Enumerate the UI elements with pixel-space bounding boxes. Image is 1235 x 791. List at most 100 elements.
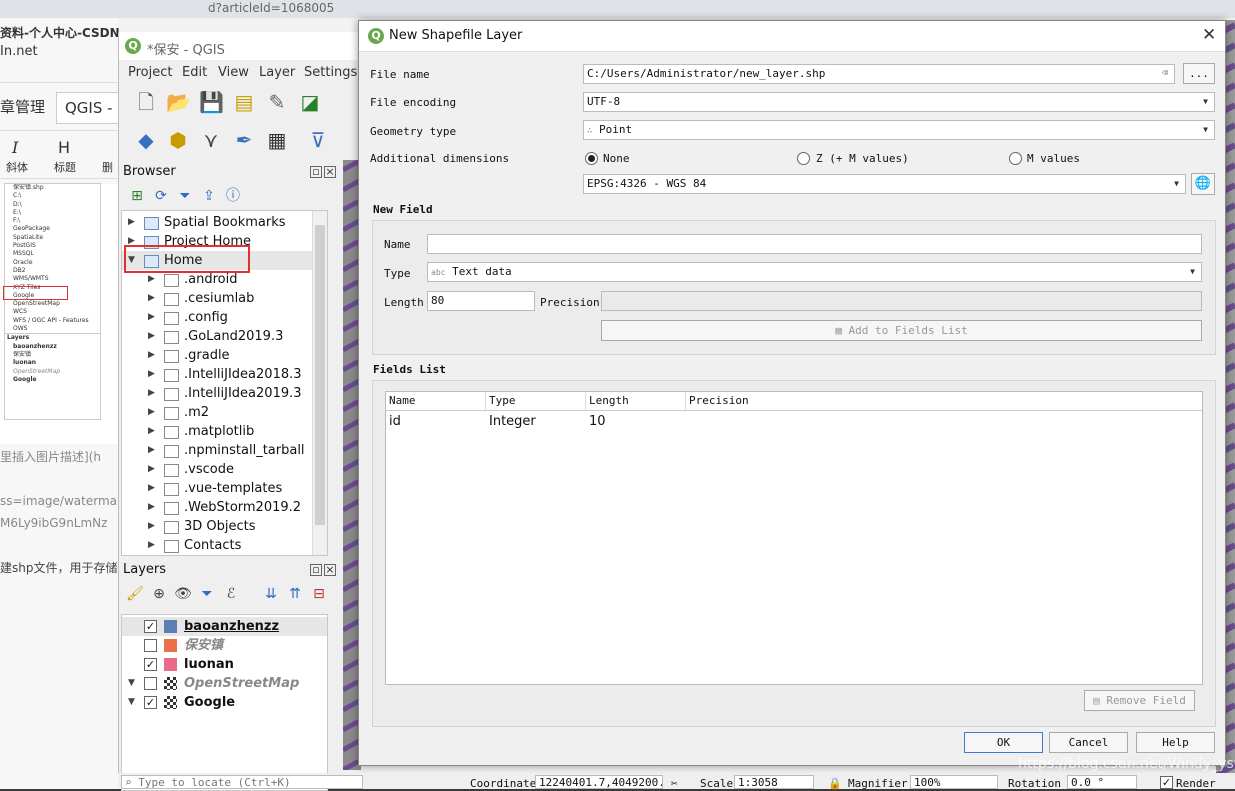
chevron-down-icon[interactable]: ▼ <box>128 693 135 712</box>
layer-filter-icon[interactable]: ⏷ <box>195 582 219 606</box>
browser-scrollbar[interactable] <box>312 211 327 555</box>
virtual-layer-icon[interactable]: ⊽ <box>306 128 330 152</box>
field-type-select[interactable]: abc Text data ▼ <box>427 262 1202 282</box>
col-length-header[interactable]: Length <box>586 392 686 410</box>
browser-tree-item[interactable]: ▶ .cesiumlab <box>122 289 312 308</box>
layer-visibility-checkbox[interactable] <box>144 639 157 652</box>
chevron-right-icon[interactable]: ▶ <box>148 441 155 460</box>
menu-edit[interactable]: Edit <box>182 65 207 80</box>
filter-icon[interactable]: ⏷ <box>173 184 197 208</box>
chevron-right-icon[interactable]: ▶ <box>148 346 155 365</box>
new-geopackage-icon[interactable]: ⬢ <box>166 128 190 152</box>
data-source-manager-icon[interactable]: ◆ <box>134 128 158 152</box>
extents-icon[interactable]: ✂ <box>671 777 678 790</box>
geometry-type-select[interactable]: ∴ Point ▼ <box>583 120 1215 140</box>
italic-icon[interactable]: I <box>12 138 18 157</box>
scrollbar-thumb[interactable] <box>315 225 325 525</box>
fields-table[interactable]: Name Type Length Precision id Integer 10 <box>385 391 1203 685</box>
layer-item[interactable]: 保安镇 <box>122 636 327 655</box>
add-selected-layers-icon[interactable]: ⊞ <box>125 184 149 208</box>
menu-view[interactable]: View <box>218 65 249 80</box>
crs-select[interactable]: EPSG:4326 - WGS 84 ▼ <box>583 174 1186 194</box>
chevron-right-icon[interactable]: ▶ <box>148 460 155 479</box>
chevron-right-icon[interactable]: ▶ <box>148 479 155 498</box>
chevron-right-icon[interactable]: ▶ <box>128 213 135 232</box>
menu-layer[interactable]: Layer <box>259 65 295 80</box>
browser-tree-item[interactable]: ▶ .WebStorm2019.2 <box>122 498 312 517</box>
layer-item[interactable]: ▼ ✓ Google <box>122 693 327 712</box>
style-manager-icon[interactable]: ◪ <box>298 90 322 114</box>
browser-tree-item[interactable]: ▶ .m2 <box>122 403 312 422</box>
collapse-all-icon[interactable]: ⇪ <box>197 184 221 208</box>
browser-tree-item[interactable]: ▶ Contacts <box>122 536 312 555</box>
browser-tree-item[interactable]: ▶ .npminstall_tarball <box>122 441 312 460</box>
ok-button[interactable]: OK <box>964 732 1043 753</box>
digitize-icon[interactable]: ✒ <box>232 128 256 152</box>
chevron-right-icon[interactable]: ▶ <box>148 403 155 422</box>
field-length-input[interactable]: 80 <box>427 291 535 311</box>
dim-m-radio[interactable] <box>1009 152 1022 165</box>
col-precision-header[interactable]: Precision <box>686 392 786 410</box>
menu-settings[interactable]: Settings <box>304 65 357 80</box>
manage-visibility-icon[interactable]: 👁 <box>171 582 195 606</box>
browser-tab-title[interactable]: 资料-个人中心-CSDN <box>0 24 120 41</box>
scale-field[interactable]: 1:3058 <box>734 775 814 789</box>
dim-z-radio[interactable] <box>797 152 810 165</box>
collapse-layers-icon[interactable]: ⇈ <box>283 582 307 606</box>
chevron-right-icon[interactable]: ▶ <box>148 365 155 384</box>
style-panel-icon[interactable]: 🖌 <box>123 582 147 606</box>
crs-select-icon[interactable]: 🌐 <box>1191 173 1215 195</box>
save-project-icon[interactable]: 💾 <box>199 90 224 114</box>
new-shapefile-icon[interactable]: ⋎ <box>199 128 223 152</box>
browser-tree-item[interactable]: ▶ .IntelliJIdea2019.3 <box>122 384 312 403</box>
layer-visibility-checkbox[interactable]: ✓ <box>144 620 157 633</box>
new-project-icon[interactable]: 🗋 <box>134 90 158 114</box>
browser-tree-item[interactable]: ▶ .config <box>122 308 312 327</box>
layers-close-icon[interactable]: × <box>324 564 336 576</box>
panel-close-icon[interactable]: × <box>324 166 336 178</box>
browse-button[interactable]: ... <box>1183 63 1215 84</box>
layer-item[interactable]: ▼ OpenStreetMap <box>122 674 327 693</box>
layers-float-icon[interactable]: ▫ <box>310 564 322 576</box>
chevron-right-icon[interactable]: ▶ <box>148 498 155 517</box>
chevron-right-icon[interactable]: ▶ <box>148 308 155 327</box>
file-encoding-select[interactable]: UTF-8 ▼ <box>583 92 1215 112</box>
remove-layer-icon[interactable]: ⊟ <box>307 582 331 606</box>
layers-list[interactable]: ✓ baoanzhenzz 保安镇 ✓ luonan ▼ OpenStreetMap ▼ ✓ Go… <box>121 614 328 791</box>
clear-icon[interactable]: ⌫ <box>1162 65 1168 83</box>
col-type-header[interactable]: Type <box>486 392 586 410</box>
panel-float-icon[interactable]: ▫ <box>310 166 322 178</box>
add-group-icon[interactable]: ⊕ <box>147 582 171 606</box>
browser-tree-item[interactable]: ▶ .vscode <box>122 460 312 479</box>
add-to-fields-list-button[interactable]: ▦ Add to Fields List <box>601 320 1202 341</box>
info-icon[interactable]: ⓘ <box>221 184 245 208</box>
rotation-field[interactable]: 0.0 ° <box>1067 775 1137 789</box>
browser-tree-item[interactable]: ▶ Spatial Bookmarks <box>122 213 312 232</box>
remove-field-button[interactable]: ▤ Remove Field <box>1084 690 1195 711</box>
new-print-layout-icon[interactable]: ▤ <box>232 90 256 114</box>
csdn-search-box[interactable]: QGIS - <box>56 92 120 124</box>
browser-tree-item[interactable]: ▶ .vue-templates <box>122 479 312 498</box>
expand-all-icon[interactable]: ⇊ <box>259 582 283 606</box>
browser-tree-item[interactable]: ▶ .GoLand2019.3 <box>122 327 312 346</box>
layer-visibility-checkbox[interactable]: ✓ <box>144 658 157 671</box>
coordinate-field[interactable]: 12240401.7,4049200.5 <box>535 775 663 789</box>
lock-icon[interactable]: 🔒 <box>828 777 842 790</box>
browser-tree-item[interactable]: ▶ .IntelliJIdea2018.3 <box>122 365 312 384</box>
refresh-icon[interactable]: ⟳ <box>149 184 173 208</box>
cancel-button[interactable]: Cancel <box>1049 732 1128 753</box>
render-checkbox[interactable]: ✓ <box>1160 776 1173 789</box>
table-row[interactable]: id Integer 10 <box>386 414 1202 432</box>
browser-tree-item[interactable]: ▶ .gradle <box>122 346 312 365</box>
chevron-right-icon[interactable]: ▶ <box>148 536 155 555</box>
layer-item[interactable]: ✓ luonan <box>122 655 327 674</box>
chevron-right-icon[interactable]: ▶ <box>148 517 155 536</box>
field-precision-input[interactable] <box>601 291 1202 311</box>
browser-tree-item[interactable]: ▶ .matplotlib <box>122 422 312 441</box>
locator-search-icon[interactable]: ⌕ Type to locate (Ctrl+K) <box>121 775 363 789</box>
dialog-close-icon[interactable]: ✕ <box>1202 25 1216 45</box>
chevron-down-icon[interactable]: ▼ <box>128 674 135 693</box>
heading-icon[interactable]: H <box>58 138 70 157</box>
menu-project[interactable]: Project <box>128 65 172 80</box>
csdn-menu-label[interactable]: 章管理 <box>0 96 45 117</box>
